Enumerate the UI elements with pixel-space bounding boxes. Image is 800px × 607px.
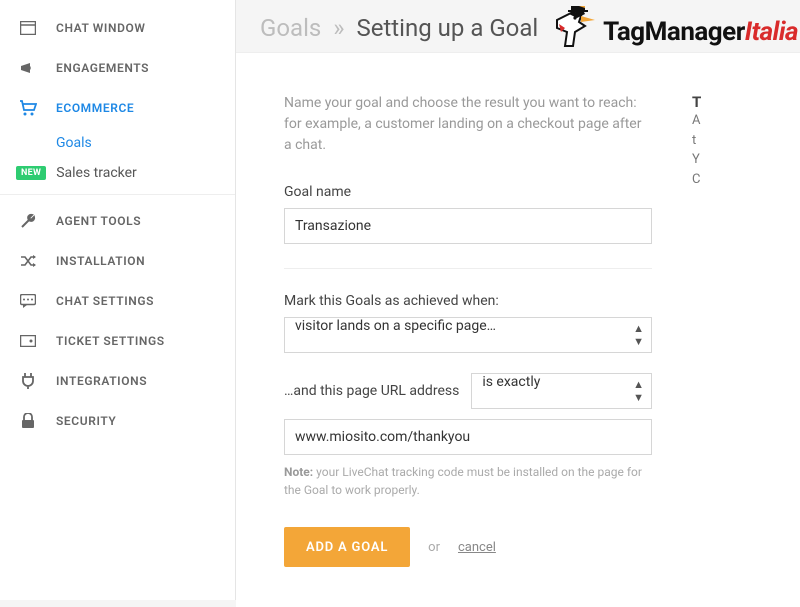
breadcrumb-sep: » [327,14,350,42]
note-text: Note: your LiveChat tracking code must b… [284,463,652,499]
form-column: Name your goal and choose the result you… [284,93,652,567]
sidebar-item-label: ECOMMERCE [56,101,134,115]
cancel-link[interactable]: cancel [458,540,496,555]
sidebar-item-label: TICKET SETTINGS [56,334,165,348]
tip-line: A [692,111,752,131]
or-text: or [428,540,440,555]
sidebar-item-ecommerce[interactable]: ECOMMERCE [0,88,235,128]
sidebar: CHAT WINDOW ENGAGEMENTS ECOMMERCE Goals … [0,0,236,600]
sidebar-item-integrations[interactable]: INTEGRATIONS [0,361,235,401]
wrench-icon [18,213,38,229]
sidebar-subitem-label: Goals [56,135,92,151]
divider [284,268,652,269]
cart-icon [18,100,38,116]
add-goal-button[interactable]: ADD A GOAL [284,527,410,567]
note-body: your LiveChat tracking code must be inst… [284,465,642,497]
tip-line: t [692,131,752,151]
brand-text-2: Italia [745,17,798,47]
breadcrumb-current: Setting up a Goal [356,14,538,42]
tip-line: C [692,170,752,190]
achieved-select-wrap: visitor lands on a specific page… ▲▼ [284,317,652,353]
shuffle-icon [18,254,38,268]
tip-title: T [692,93,752,111]
sidebar-item-label: CHAT SETTINGS [56,294,154,308]
url-prefix-label: …and this page URL address [284,383,459,399]
note-strong: Note: [284,465,313,479]
url-match-select[interactable]: is exactly [471,373,652,409]
sidebar-item-agent-tools[interactable]: AGENT TOOLS [0,201,235,241]
form-card: Name your goal and choose the result you… [236,52,800,607]
brand-text-1: TagManager [603,17,745,47]
url-input[interactable] [284,419,652,455]
sidebar-item-label: SECURITY [56,414,116,428]
woodpecker-icon [551,6,599,58]
breadcrumb-root[interactable]: Goals [260,14,321,42]
brand-logo: TagManagerItalia [551,6,798,58]
plug-icon [18,373,38,389]
sidebar-item-label: CHAT WINDOW [56,21,146,35]
goal-name-input[interactable] [284,208,652,244]
form-actions: ADD A GOAL or cancel [284,527,652,567]
sidebar-item-security[interactable]: SECURITY [0,401,235,441]
main-content: Goals » Setting up a Goal Name your goal… [236,0,800,600]
divider [0,194,235,195]
achieved-select[interactable]: visitor lands on a specific page… [284,317,652,353]
form-description: Name your goal and choose the result you… [284,93,652,156]
sidebar-item-label: AGENT TOOLS [56,214,141,228]
sidebar-item-label: INSTALLATION [56,254,145,268]
sidebar-subitem-goals[interactable]: Goals [56,128,235,158]
ticket-icon [18,335,38,347]
tip-column: T A t Y C [692,93,752,567]
sidebar-item-chat-window[interactable]: CHAT WINDOW [0,8,235,48]
sidebar-sublist-ecommerce: Goals NEW Sales tracker [0,128,235,188]
sidebar-item-chat-settings[interactable]: CHAT SETTINGS [0,281,235,321]
lock-icon [18,413,38,429]
sidebar-item-label: INTEGRATIONS [56,374,147,388]
megaphone-icon [18,61,38,75]
sidebar-subitem-sales-tracker[interactable]: NEW Sales tracker [56,158,235,188]
sidebar-item-ticket-settings[interactable]: TICKET SETTINGS [0,321,235,361]
window-icon [18,21,38,35]
tip-line: Y [692,150,752,170]
sidebar-item-label: ENGAGEMENTS [56,61,149,75]
new-badge: NEW [16,166,46,180]
sidebar-item-installation[interactable]: INSTALLATION [0,241,235,281]
sidebar-subitem-label: Sales tracker [56,165,137,181]
goal-name-label: Goal name [284,184,652,200]
sidebar-item-engagements[interactable]: ENGAGEMENTS [0,48,235,88]
chat-icon [18,294,38,308]
achieved-label: Mark this Goals as achieved when: [284,293,652,309]
